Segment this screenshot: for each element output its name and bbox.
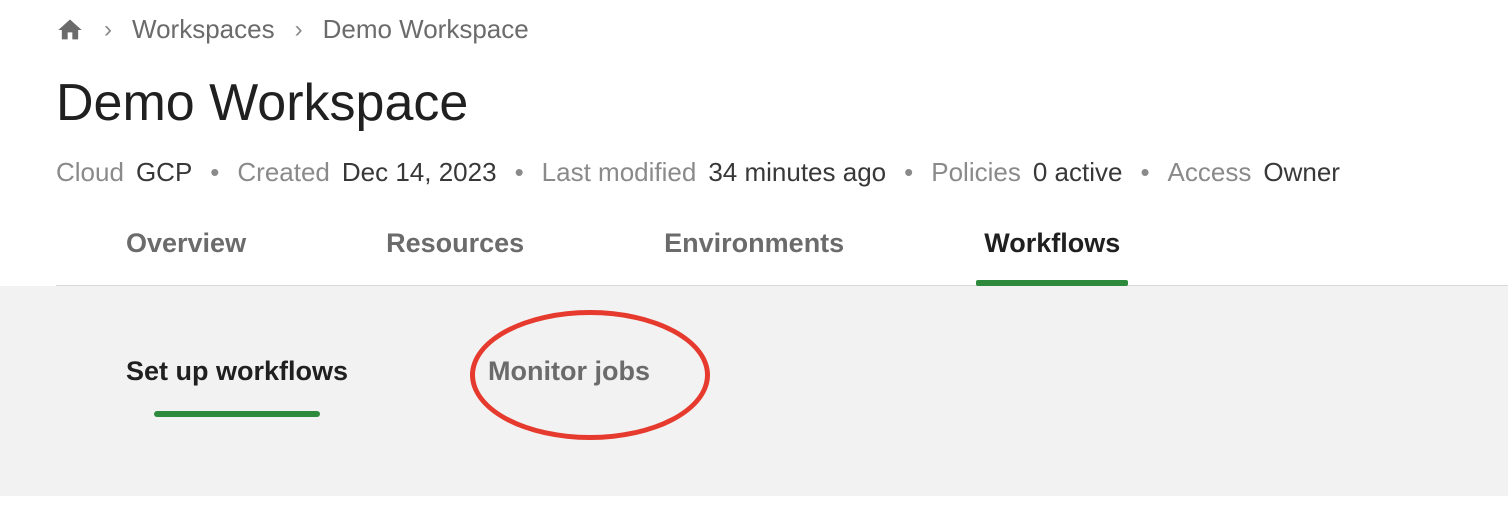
chevron-right-icon: › xyxy=(104,16,112,44)
access-value: Owner xyxy=(1263,157,1340,188)
modified-label: Last modified xyxy=(542,157,697,188)
tab-resources[interactable]: Resources xyxy=(386,228,524,285)
meta-row: Cloud GCP • Created Dec 14, 2023 • Last … xyxy=(56,157,1508,228)
tab-environments[interactable]: Environments xyxy=(664,228,844,285)
subtab-setup-workflows[interactable]: Set up workflows xyxy=(126,356,348,417)
access-label: Access xyxy=(1168,157,1252,188)
cloud-value: GCP xyxy=(136,157,192,188)
separator-dot: • xyxy=(1140,157,1149,188)
page-title: Demo Workspace xyxy=(56,73,1508,157)
tab-overview[interactable]: Overview xyxy=(126,228,246,285)
separator-dot: • xyxy=(515,157,524,188)
created-value: Dec 14, 2023 xyxy=(342,157,497,188)
subtab-monitor-jobs[interactable]: Monitor jobs xyxy=(488,356,650,417)
separator-dot: • xyxy=(904,157,913,188)
breadcrumb-demo-workspace[interactable]: Demo Workspace xyxy=(323,14,529,45)
tab-workflows[interactable]: Workflows xyxy=(984,228,1120,285)
created-label: Created xyxy=(237,157,330,188)
secondary-tabs: Set up workflows Monitor jobs xyxy=(56,356,1508,417)
home-icon[interactable] xyxy=(56,16,84,44)
breadcrumb: › Workspaces › Demo Workspace xyxy=(56,0,1508,73)
modified-value: 34 minutes ago xyxy=(708,157,886,188)
cloud-label: Cloud xyxy=(56,157,124,188)
primary-tabs: Overview Resources Environments Workflow… xyxy=(56,228,1508,286)
separator-dot: • xyxy=(210,157,219,188)
policies-label: Policies xyxy=(931,157,1021,188)
breadcrumb-workspaces[interactable]: Workspaces xyxy=(132,14,275,45)
chevron-right-icon: › xyxy=(295,16,303,44)
policies-value: 0 active xyxy=(1033,157,1123,188)
sub-section: Set up workflows Monitor jobs xyxy=(0,286,1508,496)
